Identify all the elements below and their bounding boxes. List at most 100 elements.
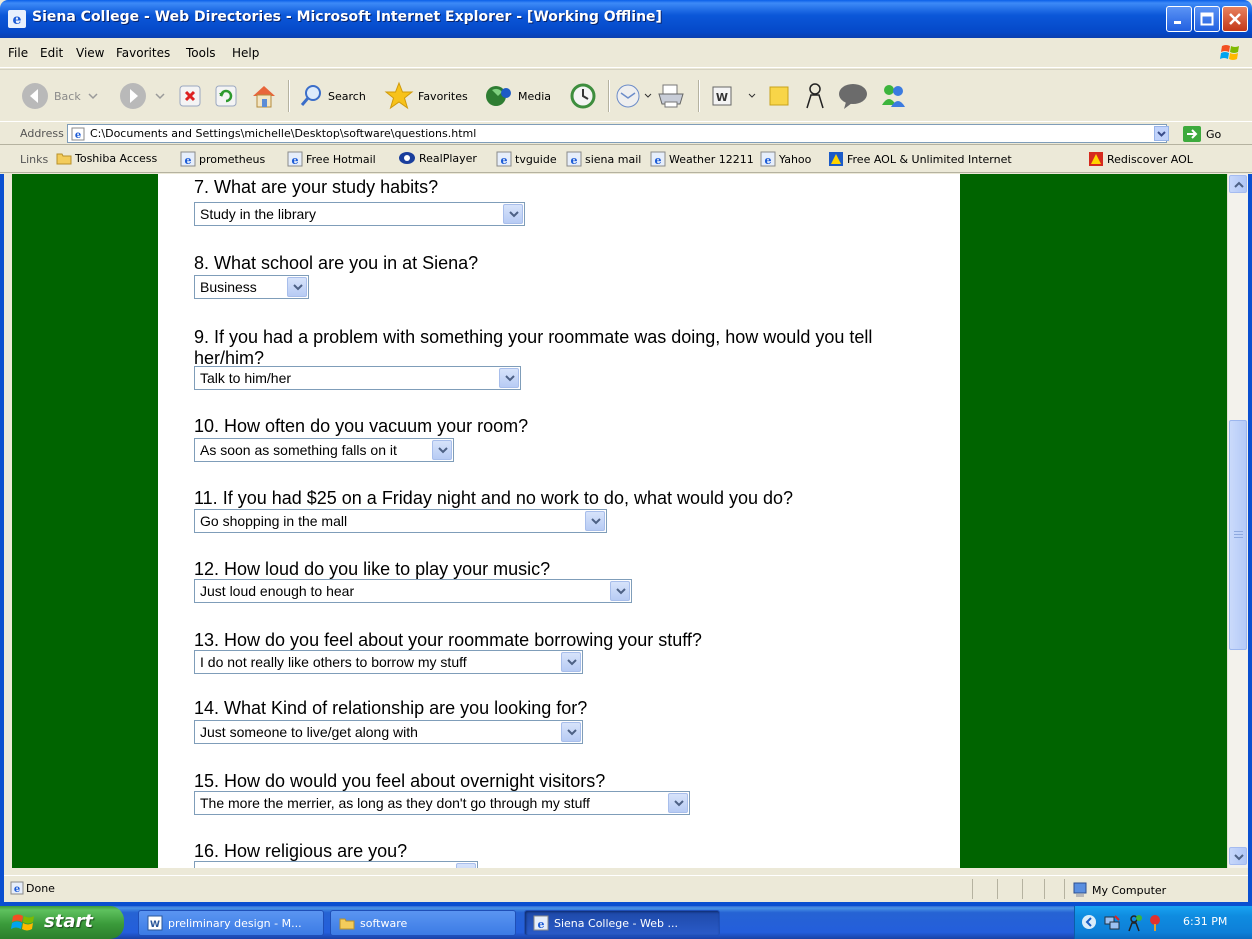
link-free-hotmail[interactable]: e Free Hotmail: [287, 151, 376, 167]
mail-button[interactable]: [614, 80, 652, 112]
home-icon: [253, 86, 275, 108]
taskbar: start W preliminary design - M... softwa…: [0, 906, 1252, 939]
svg-text:e: e: [765, 154, 772, 167]
title-bar: e Siena College - Web Directories - Micr…: [0, 0, 1252, 38]
study-habits-select[interactable]: Study in the library: [194, 202, 525, 226]
chevron-down-icon: [88, 93, 98, 100]
window-frame-right: [1248, 174, 1252, 908]
chevron-up-icon: [1234, 181, 1244, 188]
svg-text:e: e: [185, 154, 192, 167]
religion-select[interactable]: [194, 861, 478, 868]
show-hidden-icons-button[interactable]: [1081, 914, 1097, 930]
link-toshiba-access[interactable]: Toshiba Access: [56, 151, 157, 165]
vertical-scrollbar[interactable]: [1227, 174, 1248, 868]
messenger-icon: [882, 85, 905, 107]
menu-edit[interactable]: Edit: [40, 46, 63, 60]
ie-page-icon: e: [650, 151, 666, 167]
link-yahoo[interactable]: e Yahoo: [760, 151, 811, 167]
stop-button[interactable]: [177, 80, 203, 112]
media-icon: [486, 86, 511, 106]
friday-night-select[interactable]: Go shopping in the mall: [194, 509, 607, 533]
back-arrow-icon: [22, 83, 48, 109]
discuss-button[interactable]: [766, 80, 792, 112]
address-url: C:\Documents and Settings\michelle\Deskt…: [90, 127, 477, 140]
menu-favorites[interactable]: Favorites: [116, 46, 170, 60]
go-button[interactable]: Go: [1182, 124, 1221, 144]
link-realplayer[interactable]: RealPlayer: [398, 151, 477, 165]
svg-text:e: e: [292, 154, 299, 167]
refresh-button[interactable]: [213, 80, 239, 112]
vacuum-frequency-select[interactable]: As soon as something falls on it: [194, 438, 454, 462]
note-icon: [769, 86, 789, 106]
task-siena-college[interactable]: e Siena College - Web ...: [524, 910, 720, 936]
link-prometheus[interactable]: e prometheus: [180, 151, 265, 167]
overnight-visitors-select[interactable]: The more the merrier, as long as they do…: [194, 791, 690, 815]
link-free-aol[interactable]: Free AOL & Unlimited Internet: [828, 151, 1012, 167]
address-bar: Address e C:\Documents and Settings\mich…: [0, 121, 1252, 145]
address-dropdown-button[interactable]: [1154, 126, 1169, 141]
standard-toolbar: Back Search Favorites Media W: [0, 69, 1252, 121]
folder-icon: [339, 918, 355, 930]
chevron-down-icon: [674, 800, 684, 807]
word-icon: W: [712, 86, 732, 106]
start-label: start: [44, 911, 93, 932]
borrowing-select[interactable]: I do not really like others to borrow my…: [194, 650, 583, 674]
chevron-down-icon: [1157, 131, 1166, 137]
menu-file[interactable]: File: [8, 46, 28, 60]
back-button[interactable]: Back: [20, 80, 99, 112]
edit-button[interactable]: W: [710, 80, 756, 112]
menu-tools[interactable]: Tools: [186, 46, 216, 60]
link-rediscover-aol[interactable]: Rediscover AOL: [1088, 151, 1193, 167]
scroll-up-button[interactable]: [1229, 175, 1247, 193]
relationship-select[interactable]: Just someone to live/get along with: [194, 720, 583, 744]
minimize-icon: [1174, 21, 1181, 24]
ie-page-icon: e: [287, 151, 303, 167]
research-button[interactable]: [836, 80, 870, 112]
my-computer-icon: [1073, 882, 1087, 897]
maximize-icon: [1200, 12, 1214, 26]
scroll-thumb[interactable]: [1229, 420, 1247, 650]
messenger-button[interactable]: [878, 80, 908, 112]
task-preliminary-design[interactable]: W preliminary design - M...: [138, 910, 324, 936]
media-button[interactable]: Media: [484, 80, 551, 112]
search-button[interactable]: Search: [298, 80, 366, 112]
scroll-down-button[interactable]: [1229, 847, 1247, 865]
menu-help[interactable]: Help: [232, 46, 259, 60]
forward-button[interactable]: [118, 80, 166, 112]
messenger-status-icon[interactable]: [1125, 914, 1143, 932]
link-siena-mail[interactable]: e siena mail: [566, 151, 641, 167]
svg-text:e: e: [75, 130, 81, 141]
music-volume-select[interactable]: Just loud enough to hear: [194, 579, 632, 603]
aol-icon: [1089, 152, 1103, 166]
favorites-button[interactable]: Favorites: [384, 80, 468, 112]
network-icon[interactable]: [1103, 914, 1121, 932]
question-16: 16. How religious are you?: [194, 841, 408, 861]
school-select[interactable]: Business: [194, 275, 309, 299]
menu-view[interactable]: View: [76, 46, 104, 60]
chevron-down-icon: [509, 211, 519, 218]
link-weather[interactable]: e Weather 12211: [650, 151, 754, 167]
problem-handling-select[interactable]: Talk to him/her: [194, 366, 521, 390]
svg-text:W: W: [150, 920, 160, 930]
links-label: Links: [20, 153, 49, 166]
chevron-down-icon: [293, 284, 303, 291]
chevron-down-icon: [567, 729, 577, 736]
minimize-button[interactable]: [1166, 6, 1192, 32]
links-bar: Links Toshiba Access e prometheus e Free…: [0, 146, 1252, 173]
address-label: Address: [20, 127, 64, 140]
maximize-button[interactable]: [1194, 6, 1220, 32]
start-button[interactable]: start: [0, 906, 124, 939]
close-button[interactable]: [1222, 6, 1248, 32]
messenger-contacts-button[interactable]: [800, 80, 830, 112]
window-title: Siena College - Web Directories - Micros…: [32, 9, 662, 25]
link-tvguide[interactable]: e tvguide: [496, 151, 557, 167]
history-button[interactable]: [568, 80, 598, 112]
address-input[interactable]: e C:\Documents and Settings\michelle\Des…: [67, 124, 1167, 143]
ie-icon: e: [533, 915, 549, 931]
task-software[interactable]: software: [330, 910, 516, 936]
mail-icon: [616, 84, 640, 108]
question-13: 13. How do you feel about your roommate …: [194, 630, 702, 650]
print-button[interactable]: [656, 80, 686, 112]
home-button[interactable]: [249, 80, 279, 112]
location-pin-icon[interactable]: [1147, 914, 1163, 932]
